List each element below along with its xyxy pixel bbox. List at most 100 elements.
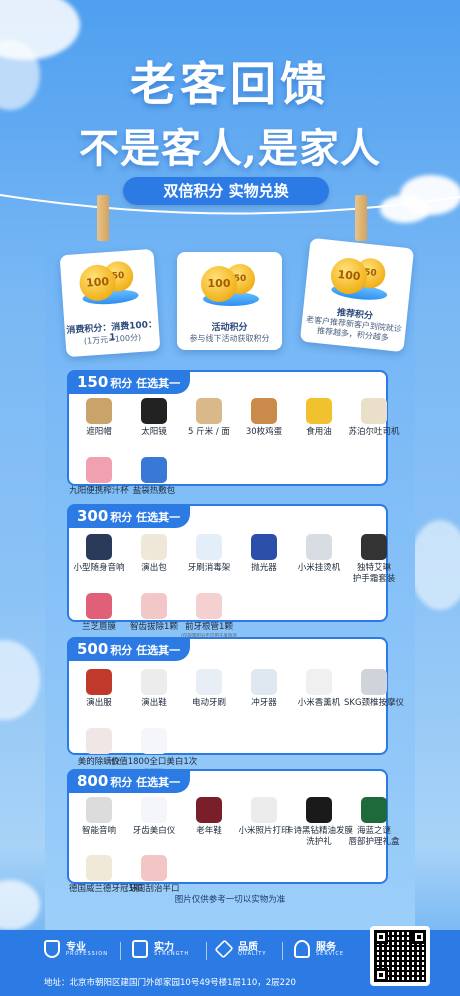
smart-speaker-icon: [86, 797, 112, 823]
photo-printer-icon: [251, 797, 277, 823]
garment-steamer-icon: [306, 534, 332, 560]
reward-item-label: 智齿拔除1颗: [130, 622, 178, 632]
reward-item-label: 小米香薰机: [297, 698, 341, 708]
section-points: 300: [77, 507, 109, 525]
juicer-icon: [86, 457, 112, 483]
reward-item-label: 苏泊尔吐司机: [348, 427, 400, 437]
reward-item-label: 海蓝之谜 唇部护理礼盒: [348, 826, 400, 847]
reward-item: 遮阳帽: [69, 398, 129, 438]
coins-icon: 50 100: [195, 260, 265, 310]
qr-code[interactable]: [370, 926, 430, 986]
reward-section-300: 300 积分 任选其一 小型随身音响 演出包 牙刷消毒架 抛光器 小米挂烫机 独特艾琳 护手霜…: [67, 504, 395, 645]
section-label: 积分 任选其一: [110, 776, 181, 789]
reward-item: 苏泊尔吐司机: [344, 398, 404, 438]
reward-item: 5 斤米 / 面: [179, 398, 239, 438]
polisher-icon: [251, 534, 277, 560]
reward-item: 盐袋热敷包: [124, 457, 184, 497]
reward-item-label: 遮阳帽: [86, 427, 112, 437]
section-header: 150 积分 任选其一: [67, 370, 191, 394]
reward-section-800: 800 积分 任选其一 智能音响 牙齿美白仪 老年鞋 小米照片打印 卡诗黑钻精油发膜 洗护礼…: [67, 769, 400, 894]
reward-item-label: 牙刷消毒架: [187, 563, 231, 573]
reward-item: 抛光器: [234, 534, 294, 574]
mite-remover-icon: [86, 728, 112, 754]
reward-item-label: 老年鞋: [196, 826, 222, 836]
reward-section-150: 150 积分 任选其一遮阳帽 太阳镜 5 斤米 / 面 30枚鸡蛋 食用油 苏泊尔吐司机九阳…: [67, 370, 400, 496]
lip-mask-icon: [86, 593, 112, 619]
disclaimer: 图片仅供参考一切以实物为准: [174, 895, 286, 905]
reward-item: 演出服: [69, 669, 129, 709]
lip-care-box-icon: [361, 797, 387, 823]
sun-hat-icon: [86, 398, 112, 424]
clothespin-left: [97, 195, 109, 241]
feature-label-en: QUALITY: [238, 951, 267, 957]
periodontal-icon: [141, 855, 167, 881]
reward-item-label: 小型随身音响: [73, 563, 125, 573]
points-card-activity: 50 100 活动积分 参与线下活动获取积分: [177, 252, 282, 350]
cloud-decoration: [0, 640, 40, 720]
shield-icon: [44, 940, 60, 958]
section-points: 500: [77, 640, 109, 658]
reward-item: 牙刷消毒架: [179, 534, 239, 574]
oil-bottle-icon: [306, 398, 332, 424]
reward-item-label: 冲牙器: [251, 698, 277, 708]
reward-item: 九阳便携榨汁杯: [69, 457, 129, 497]
reward-item-label: 牙齿美白仪: [132, 826, 176, 836]
reward-item: 牙周刮治半口: [124, 855, 184, 895]
reward-item-label: SKG颈椎按摩仪: [344, 698, 405, 708]
reward-item: 30枚鸡蛋: [234, 398, 294, 438]
section-label: 积分 任选其一: [110, 511, 181, 524]
banner-pill: 双倍积分 实物兑换: [123, 177, 329, 205]
headline-title: 老客回馈: [130, 57, 330, 111]
reward-item: 小米挂烫机: [289, 534, 349, 574]
reward-item-label: 价值1800全口美白1次: [110, 757, 198, 767]
reward-item-label: 5 斤米 / 面: [188, 427, 230, 437]
reward-item: 海蓝之谜 唇部护理礼盒: [344, 797, 404, 848]
whitening-device-icon: [141, 797, 167, 823]
reward-item-label: 30枚鸡蛋: [245, 427, 283, 437]
eggs-icon: [251, 398, 277, 424]
section-label: 积分 任选其一: [110, 377, 181, 390]
reward-item: 牙齿美白仪: [124, 797, 184, 837]
reward-section-500: 500 积分 任选其一 演出服 演出鞋 电动牙刷 冲牙器 小米香薰机 SKG颈椎按摩仪 美的除螨…: [67, 637, 404, 774]
tooth-icon: [141, 728, 167, 754]
poster: 老客回馈 不是客人,是家人 双倍积分 实物兑换 50 100 消费积分：消费10…: [0, 0, 460, 996]
reward-item-label: 演出服: [86, 698, 112, 708]
reward-item: 价值1800全口美白1次(高端修复): [111, 728, 197, 774]
reward-item-label: 演出鞋: [141, 698, 167, 708]
rice-bag-icon: [196, 398, 222, 424]
reward-item: 老年鞋: [179, 797, 239, 837]
section-header: 800 积分 任选其一: [67, 769, 191, 793]
building-icon: [132, 940, 148, 958]
section-header: 300 积分 任选其一: [67, 504, 191, 528]
toaster-icon: [361, 398, 387, 424]
reward-item-label: 太阳镜: [141, 427, 167, 437]
diamond-icon: [214, 939, 234, 959]
wisdom-tooth-icon: [141, 593, 167, 619]
reward-item: 电动牙刷: [179, 669, 239, 709]
reward-item-label: 独特艾琳 护手霜套装: [352, 563, 396, 584]
water-flosser-icon: [251, 669, 277, 695]
feature-label-en: PROFESSION: [66, 951, 108, 957]
points-card-consumption: 50 100 消费积分：消费100：1 (1万元=100分): [59, 248, 161, 358]
hand-cream-set-icon: [361, 534, 387, 560]
shoes-icon: [141, 669, 167, 695]
salt-pack-icon: [141, 457, 167, 483]
section-points: 800: [77, 772, 109, 790]
coin-icon: 100: [201, 266, 237, 302]
reward-item-label: 盐袋热敷包: [132, 486, 176, 496]
reward-item: 小米香薰机: [289, 669, 349, 709]
electric-toothbrush-icon: [196, 669, 222, 695]
section-points: 150: [77, 373, 109, 391]
dental-crown-icon: [86, 855, 112, 881]
root-canal-icon: [196, 593, 222, 619]
card-subtitle: 参与线下活动获取积分: [189, 334, 270, 343]
reward-item: 冲牙器: [234, 669, 294, 709]
reward-item-label: 电动牙刷: [191, 698, 226, 708]
coins-icon: 50 100: [322, 250, 397, 307]
sneaker-icon: [196, 797, 222, 823]
reward-item-label: 前牙根管1颗: [185, 622, 233, 632]
reward-item-label: 食用油: [306, 427, 332, 437]
feature-label-en: STRENGTH: [154, 951, 190, 957]
reward-item-label: 兰芝唇膜: [81, 622, 116, 632]
points-card-referral: 50 100 推荐积分 老客户推荐新客户到院就诊 推荐越多，积分越多: [299, 237, 415, 353]
